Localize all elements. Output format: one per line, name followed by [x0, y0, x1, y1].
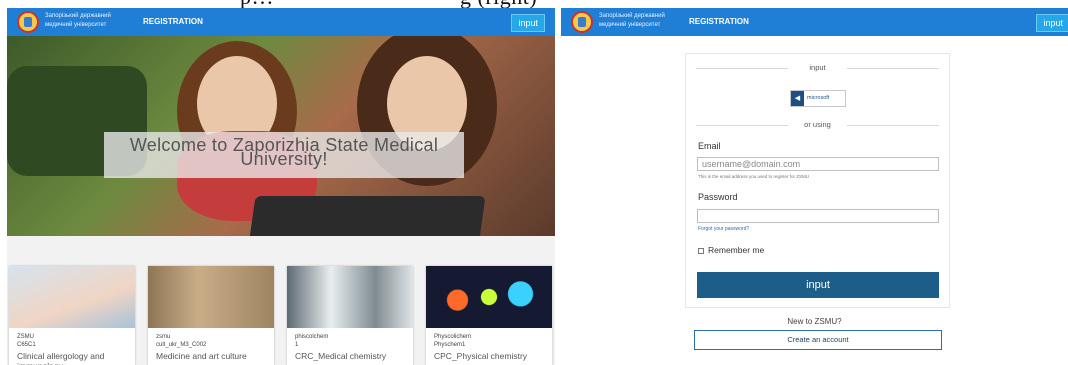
welcome-banner: Welcome to Zaporizhia State Medical Univ… [104, 132, 464, 178]
course-card[interactable]: ZSMU C65C1 Clinical allergology and immu… [9, 266, 135, 365]
microsoft-login-button[interactable]: ◀ microsoft [790, 90, 846, 107]
home-page-screenshot: Запорізький державний медичний університ… [7, 8, 555, 365]
university-name-line1: Запорізький державний [45, 13, 111, 19]
university-logo[interactable] [571, 11, 593, 33]
course-title[interactable]: Clinical allergology and immunology [17, 351, 133, 365]
registration-link[interactable]: REGISTRATION [143, 17, 203, 26]
university-name: Запорізький державний медичний університ… [599, 12, 665, 30]
email-label: Email [698, 141, 721, 151]
course-card[interactable]: zsmu cult_ukr_M3_C002 Medicine and art c… [148, 266, 274, 365]
figure-caption: p… g (right) [240, 0, 840, 9]
course-title[interactable]: CRC_Medical chemistry [295, 351, 411, 361]
course-code: cult_ukr_M3_C002 [156, 342, 207, 348]
login-page-screenshot: Запорізький державний медичний університ… [561, 8, 1068, 365]
new-user-prompt: New to ZSMU? [787, 317, 842, 326]
course-thumbnail[interactable] [287, 266, 413, 328]
course-category: phiscolchem [295, 334, 329, 340]
course-code: Physchem1 [434, 342, 466, 348]
section-divider: input [696, 63, 940, 73]
university-name-line2: медичний університет [599, 22, 661, 28]
email-field[interactable]: username@domain.com [697, 157, 939, 171]
forgot-password-link[interactable]: Forgot your password? [698, 226, 749, 232]
header-bar: Запорізький державний медичний університ… [7, 8, 555, 36]
university-name: Запорізький державний медичний університ… [45, 12, 111, 30]
microsoft-icon: ◀ [791, 91, 804, 106]
login-button[interactable]: input [1036, 14, 1068, 32]
password-field[interactable] [697, 209, 939, 223]
course-title[interactable]: Medicine and art culture [156, 351, 272, 361]
password-label: Password [698, 192, 738, 202]
section-heading: input [809, 63, 826, 72]
or-using-divider: or using [696, 120, 940, 130]
hero-image: Welcome to Zaporizhia State Medical Univ… [7, 36, 555, 236]
university-name-line2: медичний університет [45, 22, 107, 28]
login-form: input ◀ microsoft or using Email usernam… [685, 53, 950, 308]
course-thumbnail[interactable] [148, 266, 274, 328]
university-logo[interactable] [17, 11, 39, 33]
course-thumbnail[interactable] [426, 266, 552, 328]
tablet-shape [248, 196, 486, 236]
course-title[interactable]: CPC_Physical chemistry [434, 351, 550, 361]
header-bar: Запорізький державний медичний університ… [561, 8, 1068, 36]
course-category: zsmu [156, 334, 171, 340]
course-code: 1 [295, 342, 299, 348]
email-hint: This is the email address you used to re… [698, 174, 810, 179]
remember-me-checkbox[interactable] [698, 248, 704, 254]
course-card[interactable]: phiscolchem 1 CRC_Medical chemistry [287, 266, 413, 365]
registration-link[interactable]: REGISTRATION [689, 17, 749, 26]
remember-me-label[interactable]: Remember me [708, 245, 764, 255]
submit-login-button[interactable]: input [697, 272, 939, 298]
course-thumbnail[interactable] [9, 266, 135, 328]
microsoft-label: microsoft [807, 95, 830, 101]
course-card[interactable]: Physcolichem Physchem1 CPC_Physical chem… [426, 266, 552, 365]
course-category: Physcolichem [434, 334, 472, 340]
university-name-line1: Запорізький державний [599, 13, 665, 19]
course-code: C65C1 [17, 342, 36, 348]
or-using-label: or using [804, 120, 831, 129]
course-category: ZSMU [17, 334, 34, 340]
login-button[interactable]: input [511, 14, 545, 32]
create-account-button[interactable]: Create an account [694, 330, 942, 350]
